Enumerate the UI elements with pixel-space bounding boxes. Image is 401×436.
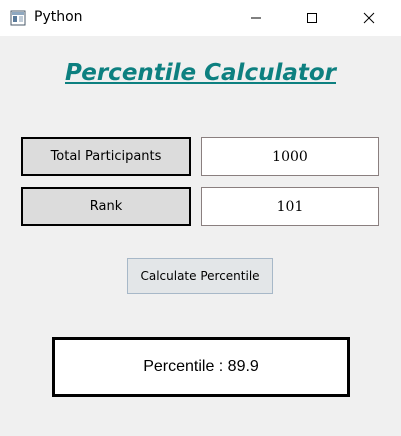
minimize-button[interactable]: [233, 0, 279, 36]
maximize-button[interactable]: [289, 0, 335, 36]
python-app-icon[interactable]: [10, 10, 26, 26]
calculate-percentile-button[interactable]: Calculate Percentile: [127, 258, 273, 294]
window-title: Python: [34, 9, 83, 25]
result-text: Percentile : 89.9: [143, 358, 259, 375]
rank-input[interactable]: [201, 187, 379, 226]
page-title: Percentile Calculator: [65, 60, 336, 86]
minimize-icon: [251, 17, 261, 19]
close-icon: [363, 12, 375, 24]
result-display: Percentile : 89.9: [52, 337, 350, 397]
total-participants-label: Total Participants: [21, 137, 191, 176]
title-bar[interactable]: Python: [0, 0, 401, 36]
total-participants-input[interactable]: [201, 137, 379, 176]
rank-label: Rank: [21, 187, 191, 226]
close-button[interactable]: [346, 0, 392, 36]
app-window: Python Percentile Calculator Total Parti…: [0, 0, 401, 436]
maximize-icon: [307, 13, 317, 23]
